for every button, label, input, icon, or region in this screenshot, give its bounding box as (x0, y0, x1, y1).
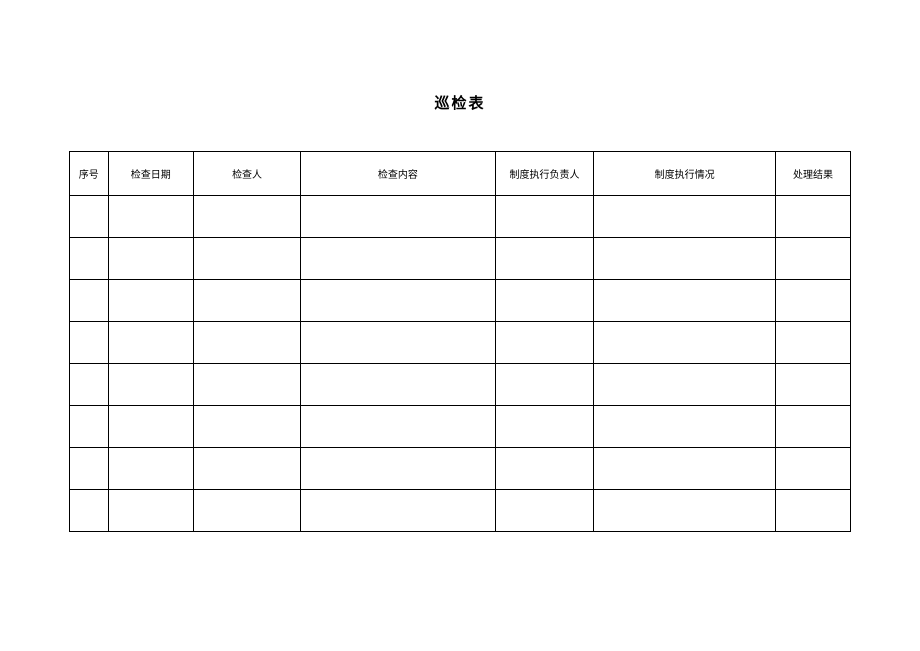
inspection-table-container: 序号 检查日期 检查人 检查内容 制度执行负责人 制度执行情况 处理结果 (69, 151, 851, 532)
table-row (70, 490, 851, 532)
cell (301, 280, 496, 322)
cell (594, 448, 776, 490)
cell (194, 238, 301, 280)
cell (194, 280, 301, 322)
table-row (70, 196, 851, 238)
cell (776, 238, 851, 280)
cell (495, 406, 593, 448)
cell (70, 406, 109, 448)
cell (776, 406, 851, 448)
cell (108, 238, 194, 280)
cell (776, 448, 851, 490)
cell (301, 406, 496, 448)
cell (108, 364, 194, 406)
cell (776, 322, 851, 364)
cell (301, 196, 496, 238)
col-header-content: 检查内容 (301, 152, 496, 196)
cell (70, 238, 109, 280)
cell (108, 448, 194, 490)
cell (594, 196, 776, 238)
cell (495, 448, 593, 490)
table-row (70, 448, 851, 490)
cell (108, 490, 194, 532)
cell (301, 448, 496, 490)
cell (70, 448, 109, 490)
cell (594, 238, 776, 280)
cell (594, 364, 776, 406)
cell (495, 280, 593, 322)
cell (301, 322, 496, 364)
cell (776, 490, 851, 532)
inspection-table: 序号 检查日期 检查人 检查内容 制度执行负责人 制度执行情况 处理结果 (69, 151, 851, 532)
cell (70, 490, 109, 532)
cell (70, 196, 109, 238)
cell (594, 280, 776, 322)
cell (194, 406, 301, 448)
cell (594, 406, 776, 448)
col-header-result: 处理结果 (776, 152, 851, 196)
table-row (70, 364, 851, 406)
cell (108, 406, 194, 448)
cell (194, 196, 301, 238)
cell (594, 490, 776, 532)
cell (194, 364, 301, 406)
table-header-row: 序号 检查日期 检查人 检查内容 制度执行负责人 制度执行情况 处理结果 (70, 152, 851, 196)
table-body (70, 196, 851, 532)
cell (108, 196, 194, 238)
cell (70, 364, 109, 406)
page-title: 巡检表 (0, 0, 920, 151)
cell (108, 322, 194, 364)
cell (495, 490, 593, 532)
table-row (70, 238, 851, 280)
cell (70, 280, 109, 322)
cell (495, 364, 593, 406)
cell (194, 448, 301, 490)
cell (495, 322, 593, 364)
table-row (70, 322, 851, 364)
cell (301, 238, 496, 280)
col-header-index: 序号 (70, 152, 109, 196)
cell (495, 238, 593, 280)
cell (594, 322, 776, 364)
col-header-status: 制度执行情况 (594, 152, 776, 196)
cell (776, 280, 851, 322)
table-row (70, 280, 851, 322)
cell (301, 490, 496, 532)
cell (495, 196, 593, 238)
cell (194, 322, 301, 364)
cell (70, 322, 109, 364)
col-header-date: 检查日期 (108, 152, 194, 196)
cell (776, 196, 851, 238)
table-row (70, 406, 851, 448)
col-header-inspector: 检查人 (194, 152, 301, 196)
cell (776, 364, 851, 406)
cell (194, 490, 301, 532)
col-header-responsible: 制度执行负责人 (495, 152, 593, 196)
cell (108, 280, 194, 322)
cell (301, 364, 496, 406)
